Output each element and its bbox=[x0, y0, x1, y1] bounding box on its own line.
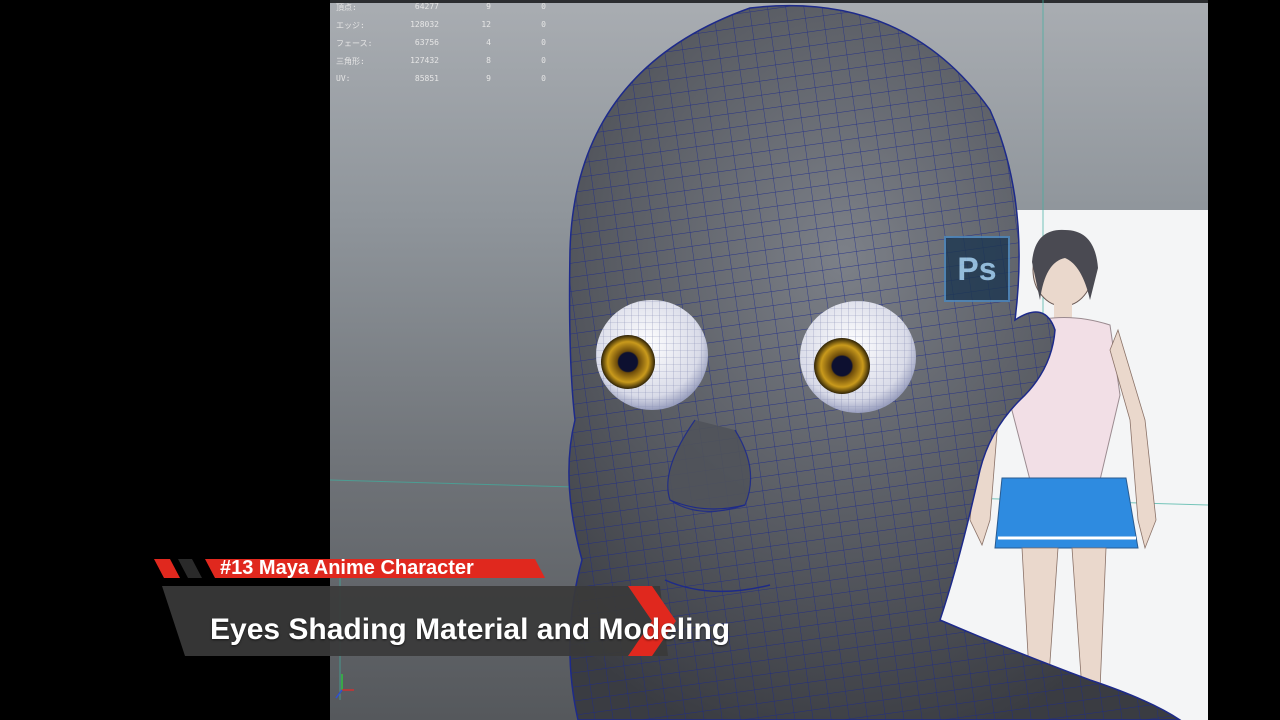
episode-title: Eyes Shading Material and Modeling bbox=[210, 613, 731, 646]
right-eyeball bbox=[800, 301, 916, 413]
series-title: #13 Maya Anime Character bbox=[220, 557, 474, 579]
letterbox-right bbox=[1208, 0, 1280, 720]
photoshop-icon: Ps bbox=[944, 236, 1010, 302]
axis-gizmo-icon bbox=[335, 674, 354, 699]
left-eyeball bbox=[596, 300, 708, 410]
